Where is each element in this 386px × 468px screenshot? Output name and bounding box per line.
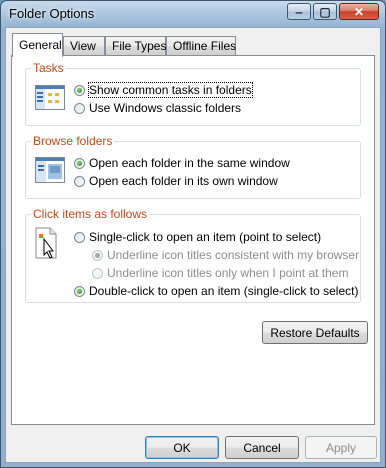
cancel-button[interactable]: Cancel [225,436,299,459]
tasks-group: Tasks Show common tasks in folders Use W… [25,61,361,126]
browse-folders-group-title: Browse folders [31,134,115,148]
open-same-window-option[interactable]: Open each folder in the same window [74,156,290,170]
tasks-group-title: Tasks [31,61,66,75]
underline-point-option[interactable]: Underline icon titles only when I point … [92,266,348,280]
tab-offline-files[interactable]: Offline Files [166,36,236,55]
underline-browser-label: Underline icon titles consistent with my… [107,248,360,262]
click-items-group-title: Click items as follows [31,207,150,221]
double-click-radio[interactable] [74,285,85,297]
single-click-option[interactable]: Single-click to open an item (point to s… [74,230,321,244]
open-same-window-label: Open each folder in the same window [89,156,290,170]
open-own-window-label: Open each folder in its own window [89,174,278,188]
window-title: Folder Options [9,6,95,21]
title-bar[interactable]: Folder Options ‒ ▢ ✕ [1,1,385,27]
dialog-client: General View File Types Offline Files Ta… [5,27,381,463]
use-classic-folders-label: Use Windows classic folders [89,101,242,115]
underline-browser-radio[interactable] [92,249,103,261]
double-click-option[interactable]: Double-click to open an item (single-cli… [74,284,358,298]
single-click-label: Single-click to open an item (point to s… [89,230,322,244]
show-common-tasks-radio[interactable] [74,84,85,96]
open-own-window-option[interactable]: Open each folder in its own window [74,174,278,188]
caption-buttons: ‒ ▢ ✕ [287,3,379,20]
close-button[interactable]: ✕ [339,3,379,20]
tab-general[interactable]: General [12,33,63,57]
ok-button[interactable]: OK [145,436,219,459]
click-items-group: Click items as follows Single-click to o… [25,207,361,303]
tab-offline-files-label: Offline Files [173,39,237,53]
tab-general-label: General [19,38,62,52]
underline-point-radio[interactable] [92,267,103,279]
open-own-window-radio[interactable] [74,175,85,187]
folder-window-preview-icon [35,157,65,183]
folder-tasks-preview-icon [35,85,65,110]
general-tab-panel: Tasks Show common tasks in folders Use W… [11,55,375,425]
tab-view-label: View [70,39,96,53]
show-common-tasks-option[interactable]: Show common tasks in folders [74,82,253,98]
double-click-label: Double-click to open an item (single-cli… [89,284,359,298]
click-cursor-icon [35,227,57,259]
apply-button[interactable]: Apply [305,436,377,459]
maximize-button[interactable]: ▢ [313,3,337,20]
underline-point-label: Underline icon titles only when I point … [107,266,349,280]
tab-view[interactable]: View [63,36,105,55]
browse-folders-group: Browse folders Open each folder in the s… [25,134,361,199]
underline-browser-option[interactable]: Underline icon titles consistent with my… [92,248,359,262]
restore-defaults-button[interactable]: Restore Defaults [262,321,368,344]
single-click-radio[interactable] [74,231,85,243]
tab-file-types[interactable]: File Types [105,36,166,55]
tab-file-types-label: File Types [112,39,167,53]
folder-options-window: Folder Options ‒ ▢ ✕ General View File T… [0,0,386,468]
use-classic-folders-option[interactable]: Use Windows classic folders [74,101,241,115]
show-common-tasks-label: Show common tasks in folders [88,82,253,98]
minimize-button[interactable]: ‒ [287,3,311,20]
use-classic-folders-radio[interactable] [74,102,85,114]
open-same-window-radio[interactable] [74,157,85,169]
